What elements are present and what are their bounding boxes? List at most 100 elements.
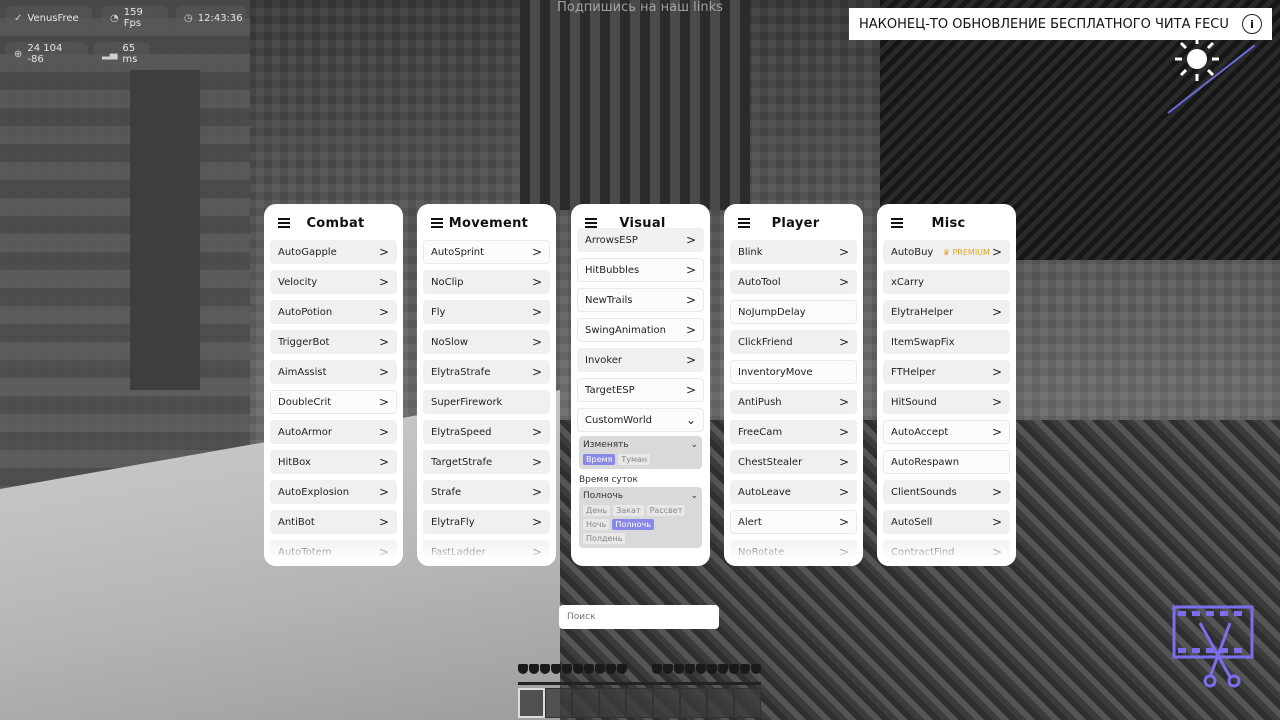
module-autopotion[interactable]: AutoPotion >	[270, 300, 397, 324]
option-tag[interactable]: Ночь	[583, 519, 610, 530]
module-autosell[interactable]: AutoSell >	[883, 510, 1010, 534]
module-velocity[interactable]: Velocity >	[270, 270, 397, 294]
chevron-right-icon[interactable]: >	[532, 305, 542, 319]
module-antibot[interactable]: AntiBot >	[270, 510, 397, 534]
module-arrowsesp[interactable]: ArrowsESP >	[577, 228, 704, 252]
module-hitbox[interactable]: HitBox >	[270, 450, 397, 474]
menu-icon[interactable]	[431, 218, 443, 228]
module-antipush[interactable]: AntiPush >	[730, 390, 857, 414]
menu-icon[interactable]	[891, 218, 903, 228]
chevron-right-icon[interactable]: >	[532, 455, 542, 469]
module-invoker[interactable]: Invoker >	[577, 348, 704, 372]
option-tag[interactable]: Полночь	[612, 519, 654, 530]
option-tag[interactable]: Рассвет	[646, 505, 686, 516]
chevron-right-icon[interactable]: >	[532, 485, 542, 499]
menu-icon[interactable]	[278, 218, 290, 228]
module-doublecrit[interactable]: DoubleCrit >	[270, 390, 397, 414]
chevron-right-icon[interactable]: >	[992, 245, 1002, 259]
module-noclip[interactable]: NoClip >	[423, 270, 550, 294]
chevron-right-icon[interactable]: >	[379, 335, 389, 349]
search-input[interactable]	[559, 605, 719, 629]
option-tag[interactable]: Полдень	[583, 533, 626, 544]
chevron-right-icon[interactable]: >	[992, 485, 1002, 499]
chevron-right-icon[interactable]: >	[379, 365, 389, 379]
menu-icon[interactable]	[585, 218, 597, 228]
chevron-right-icon[interactable]: >	[686, 323, 696, 337]
module-autogapple[interactable]: AutoGapple >	[270, 240, 397, 264]
chevron-right-icon[interactable]: >	[379, 395, 389, 409]
chevron-right-icon[interactable]: >	[686, 293, 696, 307]
module-fly[interactable]: Fly >	[423, 300, 550, 324]
module-superfirework[interactable]: SuperFirework	[423, 390, 550, 414]
chevron-right-icon[interactable]: >	[992, 365, 1002, 379]
module-clientsounds[interactable]: ClientSounds >	[883, 480, 1010, 504]
module-newtrails[interactable]: NewTrails >	[577, 288, 704, 312]
chevron-right-icon[interactable]: >	[379, 245, 389, 259]
module-itemswapfix[interactable]: ItemSwapFix	[883, 330, 1010, 354]
hotbar-slot[interactable]	[680, 688, 707, 718]
chevron-right-icon[interactable]: >	[839, 335, 849, 349]
chevron-right-icon[interactable]: >	[532, 245, 542, 259]
module-strafe[interactable]: Strafe >	[423, 480, 550, 504]
chevron-right-icon[interactable]: >	[839, 425, 849, 439]
module-fthelper[interactable]: FTHelper >	[883, 360, 1010, 384]
hotbar-slot[interactable]	[626, 688, 653, 718]
hotbar-slot[interactable]	[572, 688, 599, 718]
chevron-down-icon[interactable]: ⌄	[686, 413, 696, 427]
option-tag[interactable]: Закат	[613, 505, 644, 516]
module-nojumpdelay[interactable]: NoJumpDelay	[730, 300, 857, 324]
module-alert[interactable]: Alert >	[730, 510, 857, 534]
module-autobuy[interactable]: AutoBuy ♛ PREMIUM >	[883, 240, 1010, 264]
daytime-dropdown[interactable]: Полночь ⌄ День Закат Рассвет Ночь Полночь Пол…	[579, 487, 702, 548]
module-autotool[interactable]: AutoTool >	[730, 270, 857, 294]
module-elytrastrafe[interactable]: ElytraStrafe >	[423, 360, 550, 384]
chevron-right-icon[interactable]: >	[686, 263, 696, 277]
chevron-right-icon[interactable]: >	[686, 233, 696, 247]
chevron-right-icon[interactable]: >	[532, 425, 542, 439]
change-dropdown[interactable]: Изменять ⌄ Время Туман	[579, 436, 702, 469]
chevron-right-icon[interactable]: >	[839, 395, 849, 409]
chevron-right-icon[interactable]: >	[686, 383, 696, 397]
module-hitbubbles[interactable]: HitBubbles >	[577, 258, 704, 282]
module-elytrahelper[interactable]: ElytraHelper >	[883, 300, 1010, 324]
chevron-right-icon[interactable]: >	[532, 365, 542, 379]
module-elytraspeed[interactable]: ElytraSpeed >	[423, 420, 550, 444]
module-hitsound[interactable]: HitSound >	[883, 390, 1010, 414]
hotbar-slot[interactable]	[653, 688, 680, 718]
module-autoexplosion[interactable]: AutoExplosion >	[270, 480, 397, 504]
module-autorespawn[interactable]: AutoRespawn	[883, 450, 1010, 474]
module-blink[interactable]: Blink >	[730, 240, 857, 264]
chevron-right-icon[interactable]: >	[839, 515, 849, 529]
option-tag[interactable]: Время	[583, 454, 616, 465]
module-autosprint[interactable]: AutoSprint >	[423, 240, 550, 264]
chevron-right-icon[interactable]: >	[379, 455, 389, 469]
hotbar-slot[interactable]	[734, 688, 761, 718]
chevron-right-icon[interactable]: >	[379, 425, 389, 439]
chevron-right-icon[interactable]: >	[532, 275, 542, 289]
hotbar-slot[interactable]	[707, 688, 734, 718]
module-cheststealer[interactable]: ChestStealer >	[730, 450, 857, 474]
hotbar-slot[interactable]	[518, 688, 545, 718]
menu-icon[interactable]	[738, 218, 750, 228]
module-inventorymove[interactable]: InventoryMove	[730, 360, 857, 384]
chevron-right-icon[interactable]: >	[686, 353, 696, 367]
module-swinganimation[interactable]: SwingAnimation >	[577, 318, 704, 342]
chevron-right-icon[interactable]: >	[839, 245, 849, 259]
module-targetstrafe[interactable]: TargetStrafe >	[423, 450, 550, 474]
chevron-right-icon[interactable]: >	[839, 275, 849, 289]
info-icon[interactable]: i	[1242, 14, 1262, 34]
option-tag[interactable]: День	[583, 505, 611, 516]
chevron-right-icon[interactable]: >	[992, 395, 1002, 409]
module-aimassist[interactable]: AimAssist >	[270, 360, 397, 384]
module-targetesp[interactable]: TargetESP >	[577, 378, 704, 402]
module-autoleave[interactable]: AutoLeave >	[730, 480, 857, 504]
chevron-right-icon[interactable]: >	[992, 305, 1002, 319]
chevron-right-icon[interactable]: >	[992, 515, 1002, 529]
hotbar-slot[interactable]	[545, 688, 572, 718]
chevron-right-icon[interactable]: >	[839, 485, 849, 499]
module-clickfriend[interactable]: ClickFriend >	[730, 330, 857, 354]
module-noslow[interactable]: NoSlow >	[423, 330, 550, 354]
chevron-right-icon[interactable]: >	[379, 305, 389, 319]
chevron-right-icon[interactable]: >	[992, 425, 1002, 439]
module-triggerbot[interactable]: TriggerBot >	[270, 330, 397, 354]
